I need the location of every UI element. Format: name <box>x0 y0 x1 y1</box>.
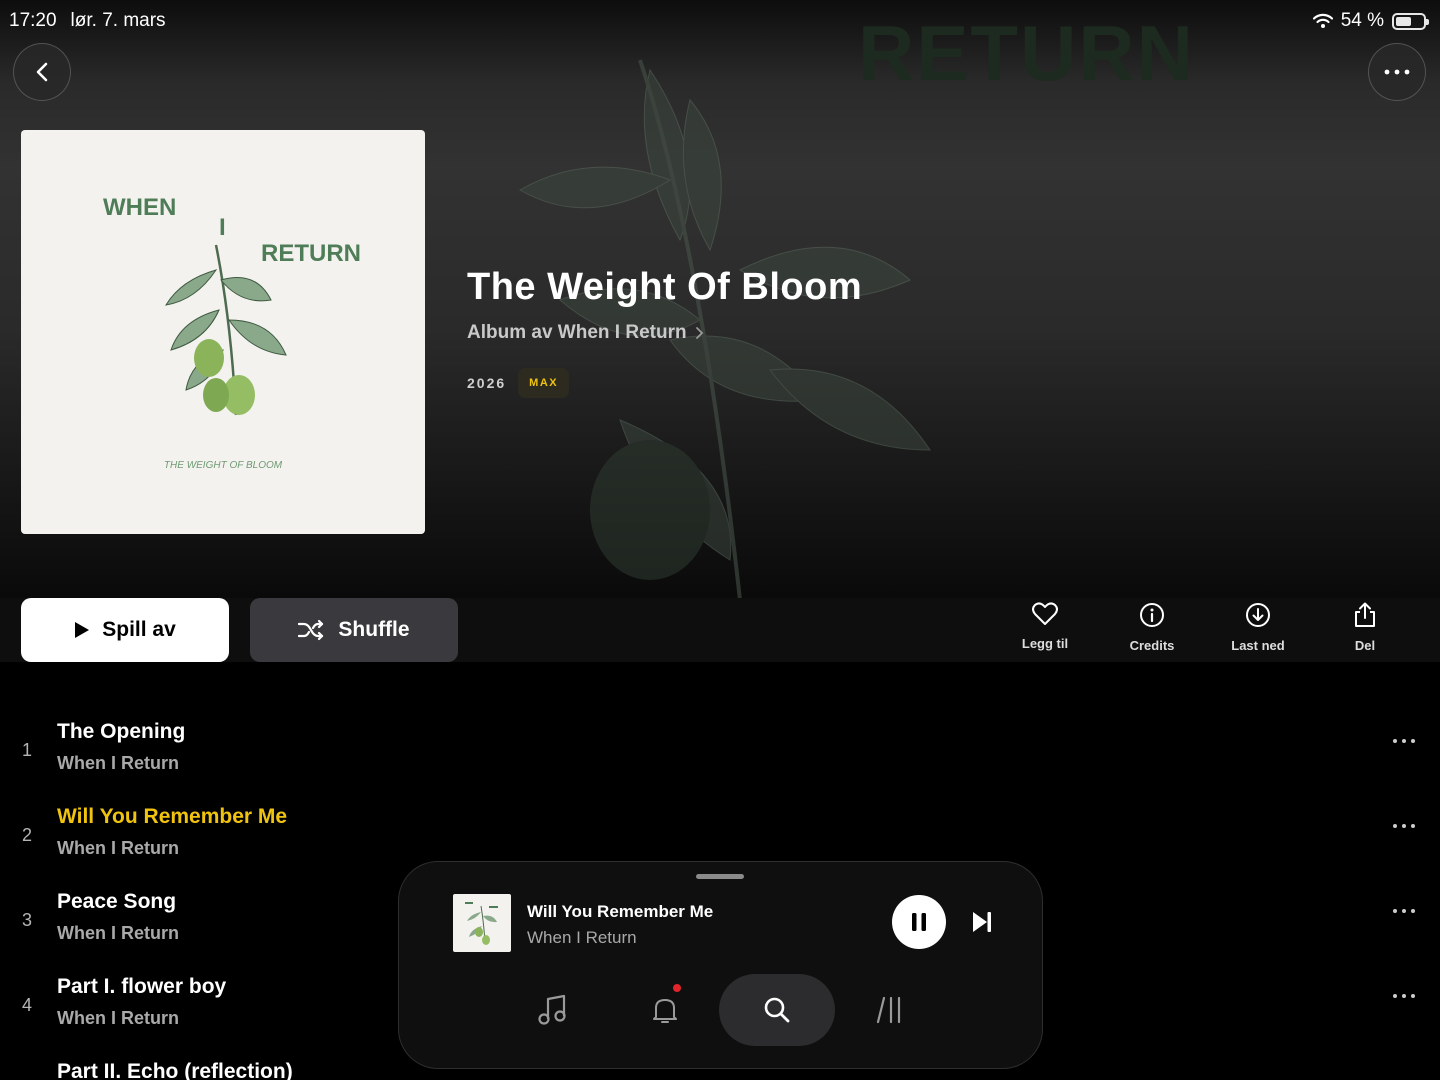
action-bar: Spill av Shuffle Legg til Credits Last n… <box>0 598 1440 662</box>
cover-olive-branch-art <box>165 244 287 416</box>
credits-label: Credits <box>1129 638 1175 653</box>
track-number: 4 <box>22 995 33 1015</box>
track-more-icon[interactable] <box>1392 908 1416 914</box>
status-time: 17:20 <box>9 10 57 31</box>
track-more-icon[interactable] <box>1392 993 1416 999</box>
notification-dot <box>673 984 681 992</box>
share-icon <box>1355 602 1375 627</box>
now-playing-artwork[interactable] <box>453 894 511 952</box>
pause-button[interactable] <box>892 895 946 949</box>
cover-text-i: I <box>219 214 226 241</box>
download-icon <box>1246 603 1270 627</box>
status-date: lør. 7. mars <box>70 10 166 31</box>
album-artist-link[interactable]: Album av When I Return <box>467 322 705 344</box>
track-title: Part I. flower boy <box>57 975 227 998</box>
shuffle-button[interactable]: Shuffle <box>250 598 458 662</box>
back-icon <box>36 62 48 82</box>
battery-icon <box>1392 12 1429 30</box>
track-row[interactable]: 1 The Opening When I Return <box>0 700 1440 785</box>
share-button[interactable]: Del <box>1315 602 1415 653</box>
shuffle-label: Shuffle <box>338 618 410 641</box>
skip-next-icon <box>973 912 991 932</box>
add-label: Legg til <box>1021 636 1069 651</box>
mini-player[interactable]: Will You Remember Me When I Return <box>398 861 1043 1069</box>
album-artist-label: Album av When I Return <box>467 322 687 343</box>
download-label: Last ned <box>1231 638 1285 653</box>
more-icon <box>1384 69 1410 75</box>
release-year: 2026 <box>467 375 507 391</box>
now-playing-title: Will You Remember Me <box>527 902 714 921</box>
skip-next-button[interactable] <box>971 910 993 939</box>
search-icon <box>764 997 790 1023</box>
tab-search[interactable] <box>719 974 835 1046</box>
bell-icon <box>653 999 677 1023</box>
track-more-icon[interactable] <box>1392 823 1416 829</box>
credits-button[interactable]: Credits <box>1102 602 1202 653</box>
track-number: 1 <box>22 740 33 760</box>
status-indicators: 54 % <box>1312 10 1429 32</box>
download-button[interactable]: Last ned <box>1208 602 1308 653</box>
track-title-now-playing: Will You Remember Me <box>57 805 288 828</box>
background-leaves-artwork <box>518 59 931 598</box>
album-title: The Weight Of Bloom <box>467 266 863 308</box>
track-row[interactable]: 2 Will You Remember Me When I Return <box>0 785 1440 870</box>
info-icon <box>1140 603 1164 627</box>
tab-notifications[interactable] <box>607 974 723 1046</box>
track-number: 3 <box>22 910 33 930</box>
add-to-collection-button[interactable]: Legg til <box>995 602 1095 651</box>
tab-library[interactable] <box>831 974 947 1046</box>
pause-icon <box>912 913 926 931</box>
player-grabber-handle[interactable] <box>696 874 744 879</box>
track-number: 2 <box>22 825 33 845</box>
wifi-icon <box>1312 13 1333 28</box>
track-title: Peace Song <box>57 890 177 913</box>
cover-album-subtitle: THE WEIGHT OF BLOOM <box>163 460 283 471</box>
track-artist: When I Return <box>57 753 179 773</box>
chevron-right-icon <box>695 327 703 339</box>
more-options-button[interactable] <box>1368 43 1426 101</box>
quality-badge: MAX <box>518 368 570 398</box>
back-button[interactable] <box>13 43 71 101</box>
track-title: The Opening <box>57 720 186 743</box>
share-label: Del <box>1354 638 1376 653</box>
heart-icon <box>1032 602 1058 625</box>
play-label: Spill av <box>102 618 176 641</box>
status-bar: 17:20 lør. 7. mars 54 % <box>0 0 1440 42</box>
album-meta: 2026 MAX <box>467 368 570 398</box>
battery-percent: 54 % <box>1340 10 1384 31</box>
cover-text-when: WHEN <box>103 194 177 221</box>
tab-music[interactable] <box>495 974 611 1046</box>
library-icon <box>876 996 901 1024</box>
music-note-icon <box>538 994 566 1025</box>
track-title: Part II. Echo (reflection) <box>57 1060 293 1080</box>
play-icon <box>75 622 90 638</box>
shuffle-icon <box>298 619 324 641</box>
play-button[interactable]: Spill av <box>21 598 229 662</box>
track-artist: When I Return <box>57 838 179 858</box>
track-artist: When I Return <box>57 1008 179 1028</box>
track-more-icon[interactable] <box>1392 738 1416 744</box>
now-playing-artist: When I Return <box>527 928 637 947</box>
album-cover: WHEN I RETURN THE WEIGHT OF BLOOM <box>21 130 425 534</box>
track-artist: When I Return <box>57 923 179 943</box>
mini-cover-art <box>465 902 498 945</box>
